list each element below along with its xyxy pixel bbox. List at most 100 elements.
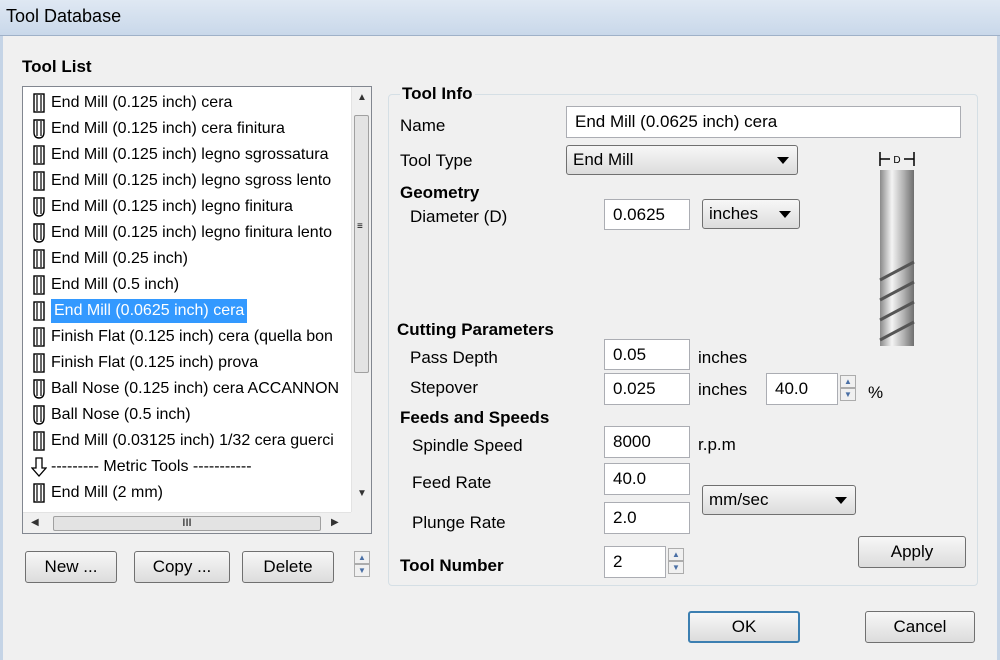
list-item[interactable]: Finish Flat (0.125 inch) prova [31,351,258,375]
tool-number-field[interactable]: 2 [604,546,666,578]
list-item[interactable]: End Mill (2 mm) [31,481,163,505]
name-field[interactable]: End Mill (0.0625 inch) cera [566,106,961,138]
diameter-units-select[interactable]: inches [702,199,800,229]
scroll-down-icon[interactable]: ▼ [357,488,367,499]
list-item[interactable]: End Mill (0.125 inch) legno finitura len… [31,221,332,245]
tool-type-label: Tool Type [400,151,473,170]
scroll-up-icon[interactable]: ▲ [357,92,367,103]
stepover-percent-spinner[interactable]: ▲ ▼ [840,375,856,401]
tool-number-label: Tool Number [400,556,504,575]
down-arrow-icon [30,457,48,477]
increment-icon[interactable]: ▲ [668,548,684,561]
list-item-label: End Mill (0.125 inch) legno finitura len… [51,224,333,241]
ok-button[interactable]: OK [688,611,800,643]
list-item-label: End Mill (0.125 inch) cera [51,94,233,111]
stepover-label: Stepover [410,378,479,397]
list-item[interactable]: --------- Metric Tools ----------- [30,455,252,479]
list-item-label: End Mill (0.03125 inch) 1/32 cera guerci [51,432,334,449]
diagram-d-label: D [893,155,900,166]
list-item[interactable]: End Mill (0.5 inch) [31,273,179,297]
tool-type-select[interactable]: End Mill [566,145,798,175]
feed-rate-label: Feed Rate [412,473,492,492]
rate-units-select[interactable]: mm/sec [702,485,856,515]
list-item[interactable]: Ball Nose (0.125 inch) cera ACCANNON [31,377,339,401]
geometry-heading: Geometry [400,183,480,202]
name-label: Name [400,116,446,135]
stepover-unit: inches [698,380,748,399]
move-up-icon[interactable]: ▲ [354,551,370,564]
list-item-label: --------- Metric Tools ----------- [51,458,252,475]
list-item[interactable]: End Mill (0.125 inch) legno finitura [31,195,293,219]
end-mill-icon [31,353,47,373]
end-mill-icon [31,249,47,269]
plunge-rate-field[interactable]: 2.0 [604,502,690,534]
scroll-left-icon[interactable]: ◀ [31,517,39,528]
list-item[interactable]: End Mill (0.125 inch) legno sgross lento [31,169,331,193]
vertical-scrollbar[interactable]: ▲ ≡ ▼ [351,87,371,512]
end-mill-icon [31,145,47,165]
end-mill-icon [31,301,47,321]
list-item[interactable]: End Mill (0.0625 inch) cera [31,299,248,323]
spindle-speed-label: Spindle Speed [412,436,523,455]
list-item[interactable]: End Mill (0.25 inch) [31,247,188,271]
ball-nose-icon [31,405,47,425]
list-item-label: Ball Nose (0.125 inch) cera ACCANNON [51,380,340,397]
tool-list-heading: Tool List [22,57,92,76]
delete-button[interactable]: Delete [242,551,334,583]
list-item-label: End Mill (0.5 inch) [51,276,180,293]
feeds-speeds-heading: Feeds and Speeds [400,408,550,427]
list-item-label: End Mill (0.125 inch) cera finitura [51,120,285,137]
increment-icon[interactable]: ▲ [840,375,856,388]
list-item-label: End Mill (2 mm) [51,484,164,501]
list-item[interactable]: End Mill (0.125 inch) legno sgrossatura [31,143,328,167]
list-item[interactable]: End Mill (0.125 inch) cera finitura [31,117,285,141]
list-item-label: End Mill (0.25 inch) [51,250,188,267]
new-button[interactable]: New ... [25,551,117,583]
list-item[interactable]: End Mill (0.03125 inch) 1/32 cera guerci [31,429,334,453]
decrement-icon[interactable]: ▼ [668,561,684,574]
end-mill-icon [31,275,47,295]
list-item-label: Finish Flat (0.125 inch) prova [51,354,259,371]
diameter-label: Diameter (D) [410,207,508,226]
reorder-spinner[interactable]: ▲ ▼ [354,551,370,577]
list-item[interactable]: Finish Flat (0.125 inch) cera (quella bo… [31,325,333,349]
list-item[interactable]: Ball Nose (0.5 inch) [31,403,191,427]
decrement-icon[interactable]: ▼ [840,388,856,401]
cutting-parameters-heading: Cutting Parameters [397,320,554,339]
list-item-label: Finish Flat (0.125 inch) cera (quella bo… [51,328,333,345]
scroll-right-icon[interactable]: ▶ [331,517,339,528]
grip-icon: ≡ [357,221,363,232]
list-item-label: End Mill (0.125 inch) legno sgross lento [51,172,332,189]
end-mill-icon [31,431,47,451]
end-mill-icon [31,171,47,191]
hscroll-thumb[interactable]: III [53,516,321,531]
spindle-speed-field[interactable]: 8000 [604,426,690,458]
horizontal-scrollbar[interactable]: ◀ III ▶ [23,512,351,533]
tool-diagram-icon: D [879,152,915,346]
move-down-icon[interactable]: ▼ [354,564,370,577]
chevron-down-icon [777,157,789,164]
apply-button[interactable]: Apply [858,536,966,568]
cancel-button[interactable]: Cancel [865,611,975,643]
list-item-label: Ball Nose (0.5 inch) [51,406,191,423]
end-mill-icon [31,483,47,503]
rate-units-value: mm/sec [709,490,769,509]
pass-depth-field[interactable]: 0.05 [604,339,690,370]
hscroll-grip: III [182,517,192,529]
copy-button[interactable]: Copy ... [134,551,230,583]
list-item-label: End Mill (0.0625 inch) cera [51,299,248,323]
diameter-field[interactable]: 0.0625 [604,199,690,230]
stepover-field[interactable]: 0.025 [604,373,690,405]
list-item[interactable]: End Mill (0.125 inch) cera [31,91,232,115]
feed-rate-field[interactable]: 40.0 [604,463,690,495]
window-title: Tool Database [6,6,122,26]
tool-list-items: End Mill (0.125 inch) cera End Mill (0.12… [23,87,351,512]
stepover-percent-field[interactable]: 40.0 [766,373,838,405]
tool-number-spinner[interactable]: ▲ ▼ [668,548,684,574]
ball-nose-icon [31,119,47,139]
list-item-label: End Mill (0.125 inch) legno sgrossatura [51,146,329,163]
tool-list[interactable]: End Mill (0.125 inch) cera End Mill (0.12… [22,86,372,534]
ball-nose-icon [31,197,47,217]
scroll-thumb[interactable]: ≡ [354,115,369,373]
ball-nose-icon [31,379,47,399]
